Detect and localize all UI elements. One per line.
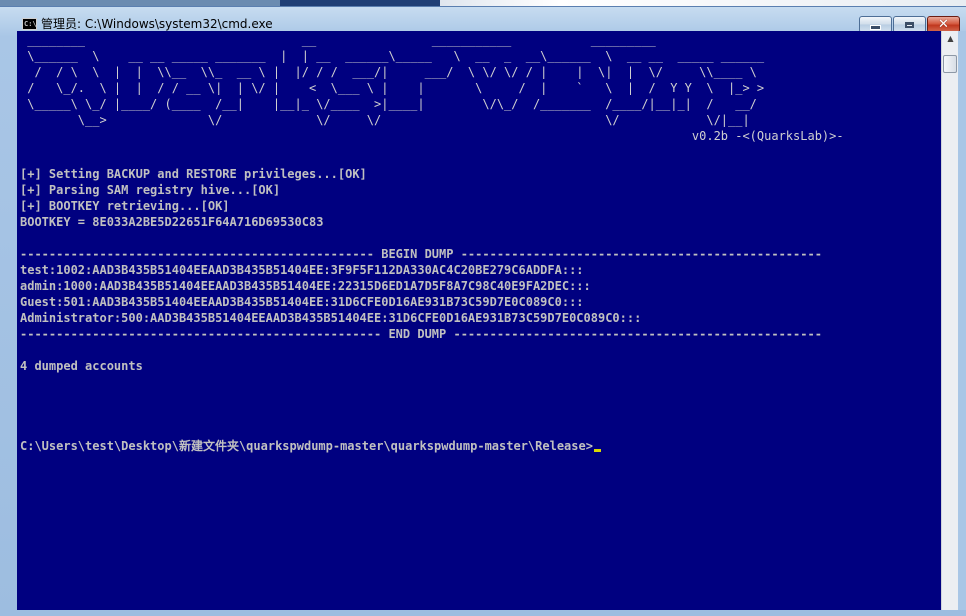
banner-line: \______ \ __ __ _____ _______ | | __ ___… (20, 49, 765, 63)
bootkey-line: BOOTKEY = 8E033A2BE5D22651F64A716D69530C… (20, 215, 324, 229)
scrollbar-thumb[interactable] (943, 55, 957, 73)
prompt-path: C:\Users\test\Desktop\新建文件夹\quarkspwdump… (20, 439, 593, 453)
ascii-banner: ________ __ ___________ _________ \_____… (20, 32, 844, 144)
banner-line: / \_/. \ | | / / __ \| | \/ | < \___ \ |… (20, 81, 765, 95)
console-output[interactable]: ________ __ ___________ _________ \_____… (17, 31, 941, 610)
account-hash-line: Administrator:500:AAD3B435B51404EEAAD3B4… (20, 311, 642, 325)
banner-line: / / \ \ | | \\__ \\_ __ \ | |/ / / ___/|… (20, 65, 757, 79)
status-line: [+] BOOTKEY retrieving...[OK] (20, 199, 230, 213)
vertical-scrollbar[interactable]: ▲ (941, 31, 958, 610)
command-prompt[interactable]: C:\Users\test\Desktop\新建文件夹\quarkspwdump… (20, 438, 601, 454)
dump-summary: 4 dumped accounts (20, 359, 143, 373)
account-hash-line: Guest:501:AAD3B435B51404EEAAD3B435B51404… (20, 295, 584, 309)
window-frame-right (958, 31, 966, 610)
scroll-up-icon[interactable]: ▲ (943, 31, 958, 47)
begin-dump-separator: ----------------------------------------… (20, 247, 822, 261)
status-line: [+] Parsing SAM registry hive...[OK] (20, 183, 281, 197)
banner-version: v0.2b -<(QuarksLab)>- (20, 129, 844, 143)
close-icon: ✕ (938, 17, 949, 32)
account-hash-line: test:1002:AAD3B435B51404EEAAD3B435B51404… (20, 263, 584, 277)
window-title: 管理员: C:\Windows\system32\cmd.exe (41, 17, 273, 31)
console-icon[interactable]: C:\ (22, 18, 37, 30)
banner-line: \__> \/ \/ \/ \/ \/|__| (20, 113, 750, 127)
end-dump-separator: ----------------------------------------… (20, 327, 822, 341)
maximize-icon (905, 21, 914, 28)
banner-line: \_____\ \_/ |____/ (____ /__| |__|_ \/__… (20, 97, 757, 111)
minimize-icon (870, 24, 881, 30)
banner-line: ________ __ ___________ _________ (20, 33, 656, 47)
account-hash-line: admin:1000:AAD3B435B51404EEAAD3B435B5140… (20, 279, 591, 293)
status-line: [+] Setting BACKUP and RESTORE privilege… (20, 167, 367, 181)
text-cursor (593, 449, 601, 452)
